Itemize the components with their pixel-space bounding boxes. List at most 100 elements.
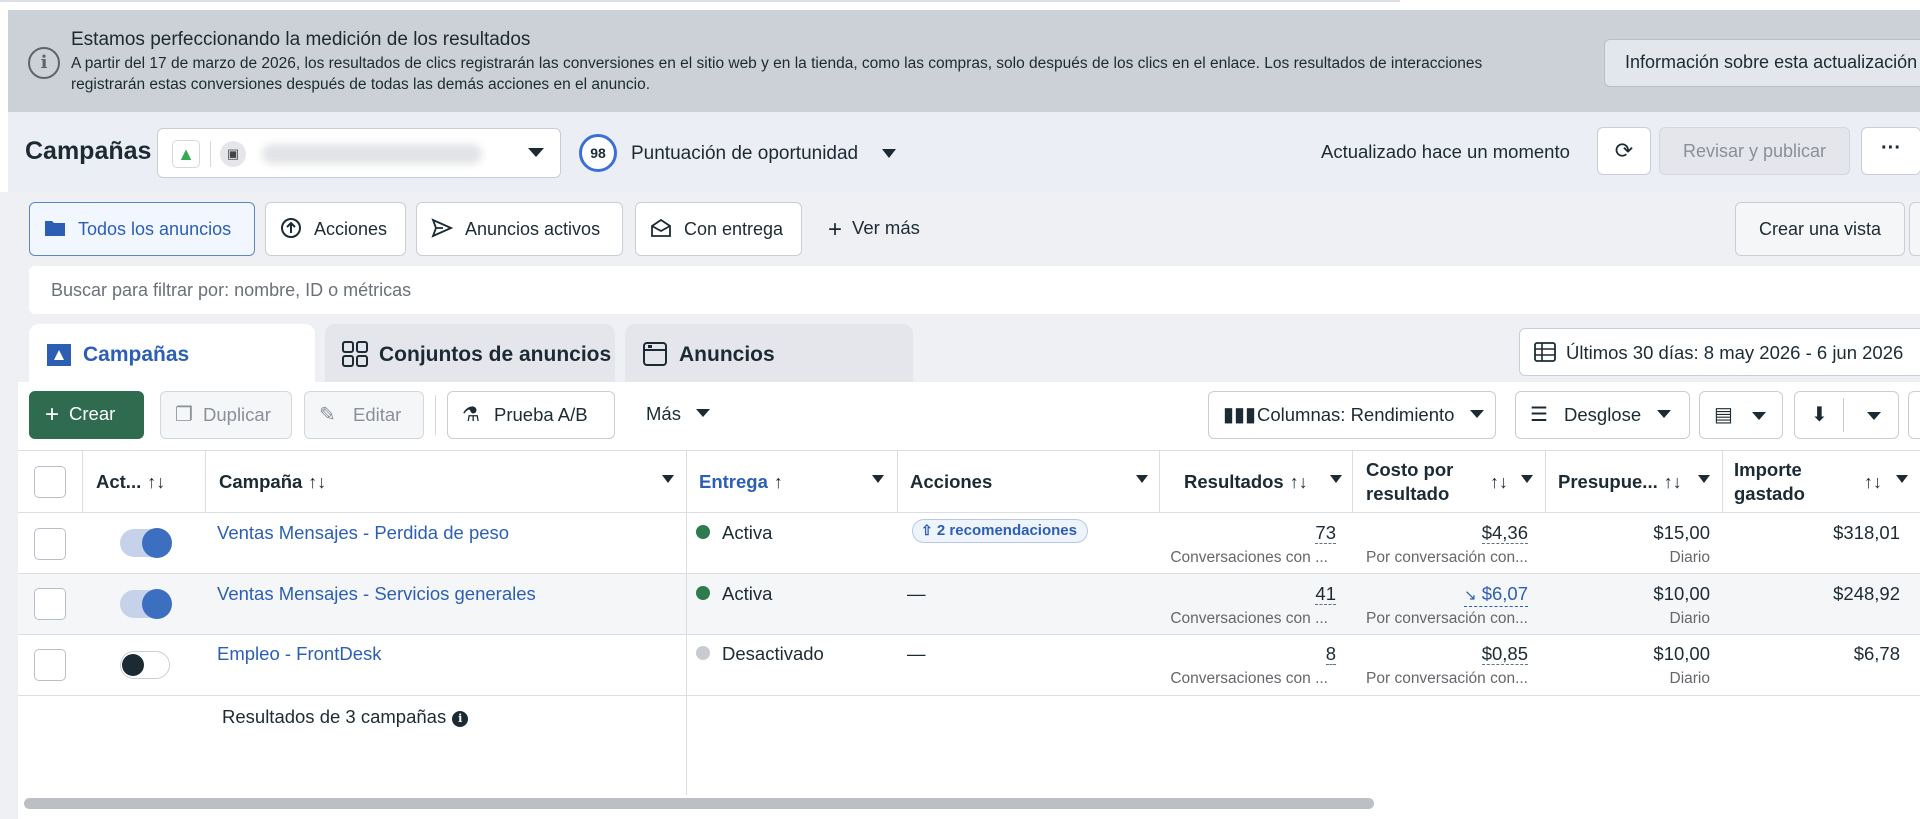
tab-label: Campañas: [83, 343, 190, 366]
chip-actions[interactable]: Acciones: [265, 202, 406, 256]
info-icon[interactable]: i: [452, 711, 469, 727]
row-checkbox[interactable]: [34, 588, 66, 620]
sort-up-icon[interactable]: ↑: [774, 472, 783, 492]
results-value[interactable]: 41: [1315, 584, 1336, 605]
col-header-active[interactable]: Act... ↑↓: [96, 452, 165, 512]
opportunity-score-label[interactable]: Puntuación de oportunidad: [631, 143, 858, 165]
campaign-name-link[interactable]: Empleo - FrontDesk: [217, 643, 382, 665]
account-selector[interactable]: ▲ ▣: [157, 128, 561, 178]
row-checkbox[interactable]: [34, 649, 66, 681]
sort-icon[interactable]: ↑↓: [1864, 470, 1882, 494]
more-actions-button[interactable]: Más: [630, 391, 711, 439]
campaign-toggle[interactable]: [120, 651, 170, 679]
budget-subtitle: Diario: [1669, 549, 1710, 566]
col-label: Campaña: [219, 471, 303, 492]
chevron-down-icon[interactable]: [882, 149, 896, 158]
budget-value[interactable]: $10,00: [1653, 583, 1710, 605]
create-button[interactable]: + Crear: [29, 391, 144, 439]
export-button[interactable]: ⬇: [1794, 391, 1899, 439]
tab-ads[interactable]: Anuncios: [625, 324, 913, 384]
recommendations-badge[interactable]: ⇧ 2 recomendaciones: [912, 519, 1088, 543]
sort-icon[interactable]: ↑↓: [1490, 470, 1508, 494]
campaign-name-link[interactable]: Ventas Mensajes - Perdida de peso: [217, 522, 509, 544]
chevron-down-icon[interactable]: [1136, 475, 1148, 483]
select-all-checkbox[interactable]: [34, 466, 66, 498]
see-more-label: Ver más: [852, 217, 920, 238]
sort-icon[interactable]: ↑↓: [147, 472, 165, 492]
col-header-delivery[interactable]: Entrega ↑: [699, 452, 889, 512]
see-more-filters[interactable]: + Ver más: [828, 216, 920, 244]
chevron-down-icon[interactable]: [662, 475, 674, 483]
col-header-budget[interactable]: Presupue... ↑↓: [1558, 452, 1718, 512]
update-info-button[interactable]: Información sobre esta actualización: [1604, 39, 1920, 87]
chip-label: Anuncios activos: [465, 219, 601, 239]
cost-value[interactable]: $0,85: [1481, 644, 1528, 665]
edit-button[interactable]: ✎ Editar: [304, 391, 424, 439]
envelope-icon: [650, 203, 672, 255]
account-avatar-icon: ▣: [220, 141, 246, 167]
results-subtitle: Conversaciones con ...: [1170, 549, 1328, 566]
chip-active-ads[interactable]: Anuncios activos: [416, 202, 623, 256]
chevron-down-icon[interactable]: [1896, 475, 1908, 483]
budget-subtitle: Diario: [1669, 670, 1710, 687]
campaign-toggle[interactable]: [120, 528, 172, 558]
tab-campaigns[interactable]: Campañas: [29, 324, 315, 386]
delivery-status: Activa: [696, 522, 772, 544]
col-label: Entrega: [699, 471, 768, 492]
reports-button[interactable]: ▤: [1699, 391, 1783, 439]
row-checkbox[interactable]: [34, 528, 66, 560]
chevron-down-icon: [696, 409, 711, 417]
chevron-down-icon[interactable]: [1330, 475, 1342, 483]
folder-icon: [44, 203, 66, 255]
toolbar-overflow-button[interactable]: [1908, 391, 1920, 439]
page-title: Campañas: [25, 137, 152, 165]
chip-label: Acciones: [314, 219, 388, 239]
cost-subtitle: Por conversación con...: [1366, 670, 1528, 687]
arrow-up-circle-icon: [280, 203, 302, 255]
plus-icon: +: [45, 401, 60, 428]
col-label: Act...: [96, 471, 142, 492]
more-options-button[interactable]: ···: [1861, 127, 1920, 175]
date-range-picker[interactable]: Últimos 30 días: 8 may 2026 - 6 jun 2026: [1519, 328, 1920, 376]
breakdown-button[interactable]: ☰ Desglose: [1515, 391, 1690, 439]
chevron-down-icon[interactable]: [1698, 475, 1710, 483]
search-input[interactable]: Buscar para filtrar por: nombre, ID o mé…: [29, 266, 1920, 314]
col-header-amount-spent[interactable]: Importe gastado ↑↓: [1734, 458, 1914, 518]
cost-value[interactable]: $4,36: [1481, 523, 1528, 544]
arrow-up-circle-icon: ⇧: [921, 522, 933, 538]
cost-value[interactable]: ↘ $6,07: [1463, 584, 1528, 607]
campaign-name-link[interactable]: Ventas Mensajes - Servicios generales: [217, 583, 536, 605]
col-label: resultado: [1366, 483, 1450, 504]
refresh-button[interactable]: ⟳: [1597, 127, 1651, 175]
more-view-button[interactable]: [1909, 202, 1920, 256]
banner-title: Estamos perfeccionando la medición de lo…: [71, 29, 531, 50]
chevron-down-icon: [1867, 412, 1881, 420]
chevron-down-icon[interactable]: [1521, 475, 1533, 483]
col-header-cost-per-result[interactable]: Costo por resultado ↑↓: [1366, 458, 1546, 518]
chevron-down-icon[interactable]: [872, 475, 884, 483]
ab-test-button[interactable]: ⚗ Prueba A/B: [447, 391, 615, 439]
results-value[interactable]: 73: [1315, 523, 1336, 544]
campaign-toggle[interactable]: [120, 589, 172, 619]
budget-value[interactable]: $10,00: [1653, 643, 1710, 665]
chip-with-delivery[interactable]: Con entrega: [635, 202, 802, 256]
sort-icon[interactable]: ↑↓: [308, 472, 326, 492]
chip-all-ads[interactable]: Todos los anuncios: [29, 202, 255, 256]
create-view-button[interactable]: Crear una vista: [1735, 202, 1905, 256]
sort-icon[interactable]: ↑↓: [1664, 472, 1682, 492]
opportunity-score-badge[interactable]: 98: [579, 134, 617, 172]
review-publish-button[interactable]: Revisar y publicar: [1659, 127, 1850, 175]
columns-label: Columnas: Rendimiento: [1257, 404, 1455, 425]
duplicate-button[interactable]: ❐ Duplicar: [160, 391, 292, 439]
budget-value[interactable]: $15,00: [1653, 522, 1710, 544]
ab-test-label: Prueba A/B: [494, 404, 588, 425]
col-header-campaign[interactable]: Campaña ↑↓: [219, 452, 679, 512]
tab-ad-sets[interactable]: Conjuntos de anuncios: [325, 324, 615, 384]
horizontal-scrollbar[interactable]: [24, 798, 1374, 809]
grid-icon: [341, 340, 369, 368]
results-value[interactable]: 8: [1325, 644, 1336, 665]
col-header-actions[interactable]: Acciones: [910, 452, 1155, 512]
col-header-results[interactable]: Resultados ↑↓: [1184, 452, 1349, 512]
sort-icon[interactable]: ↑↓: [1290, 472, 1308, 492]
columns-button[interactable]: ▮▮▮ Columnas: Rendimiento: [1208, 391, 1496, 439]
